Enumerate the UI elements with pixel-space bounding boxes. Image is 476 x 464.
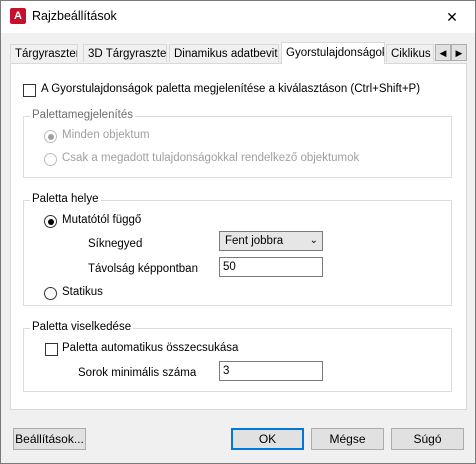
title-bar: A Rajzbeállítások ✕ xyxy=(1,1,475,33)
palette-location-title: Paletta helye xyxy=(30,193,101,205)
quick-properties-panel: A Gyorstulajdonságok paletta megjeleníté… xyxy=(10,63,467,410)
palette-display-group: Palettamegjelenítés Minden objektum Csak… xyxy=(23,109,452,178)
quadrant-value: Fent jobbra xyxy=(225,235,284,247)
palette-location-group: Paletta helye Mutatótól függő Síknegyed … xyxy=(23,193,452,306)
tab-scroll-right-icon[interactable]: ▶ xyxy=(451,44,467,61)
quadrant-label: Síknegyed xyxy=(88,238,143,250)
ok-button[interactable]: OK xyxy=(231,428,304,450)
quadrant-select[interactable]: Fent jobbra ⌄ xyxy=(219,231,323,251)
tab-scroll-left-icon[interactable]: ◀ xyxy=(435,44,451,61)
cancel-button[interactable]: Mégse xyxy=(311,428,384,450)
cursor-dependent-label: Mutatótól függő xyxy=(62,214,142,226)
specified-objects-label: Csak a megadott tulajdonságokkal rendelk… xyxy=(62,152,360,164)
options-button[interactable]: Beállítások... xyxy=(13,428,86,450)
min-rows-input[interactable]: 3 xyxy=(219,361,323,381)
min-rows-label: Sorok minimális száma xyxy=(78,367,197,379)
window-title: Rajzbeállítások xyxy=(32,9,117,23)
distance-label: Távolság képpontban xyxy=(88,263,198,275)
tab-3d-object-snap[interactable]: 3D Tárgyraszter xyxy=(83,44,167,62)
chevron-down-icon: ⌄ xyxy=(309,235,318,246)
show-palette-label: A Gyorstulajdonságok paletta megjeleníté… xyxy=(41,83,421,95)
cursor-dependent-radio[interactable] xyxy=(44,215,57,228)
palette-display-title: Palettamegjelenítés xyxy=(30,109,136,121)
auto-collapse-label: Paletta automatikus összecsukása xyxy=(62,342,239,354)
distance-input[interactable]: 50 xyxy=(219,257,323,277)
help-button[interactable]: Súgó xyxy=(391,428,464,450)
tab-strip: Tárgyraszter 3D Tárgyraszter Dinamikus a… xyxy=(1,42,475,64)
close-button[interactable]: ✕ xyxy=(429,1,475,33)
tab-dynamic-input[interactable]: Dinamikus adatbevitel xyxy=(169,44,279,62)
auto-collapse-checkbox[interactable] xyxy=(45,343,58,356)
static-label: Statikus xyxy=(62,286,103,298)
all-objects-radio[interactable] xyxy=(44,130,57,143)
tab-selection-cycling[interactable]: Ciklikus k xyxy=(386,44,434,62)
autocad-logo-icon: A xyxy=(10,8,26,24)
palette-behavior-title: Paletta viselkedése xyxy=(30,321,134,333)
static-radio[interactable] xyxy=(44,287,57,300)
dialog-window: A Rajzbeállítások ✕ Tárgyraszter 3D Tárg… xyxy=(0,0,476,464)
all-objects-label: Minden objektum xyxy=(62,129,150,141)
palette-behavior-group: Paletta viselkedése Paletta automatikus … xyxy=(23,321,452,392)
tab-object-snap[interactable]: Tárgyraszter xyxy=(10,44,78,62)
show-palette-checkbox[interactable] xyxy=(23,84,36,97)
tab-quick-properties[interactable]: Gyorstulajdonságok xyxy=(281,42,385,64)
specified-objects-radio[interactable] xyxy=(44,153,57,166)
